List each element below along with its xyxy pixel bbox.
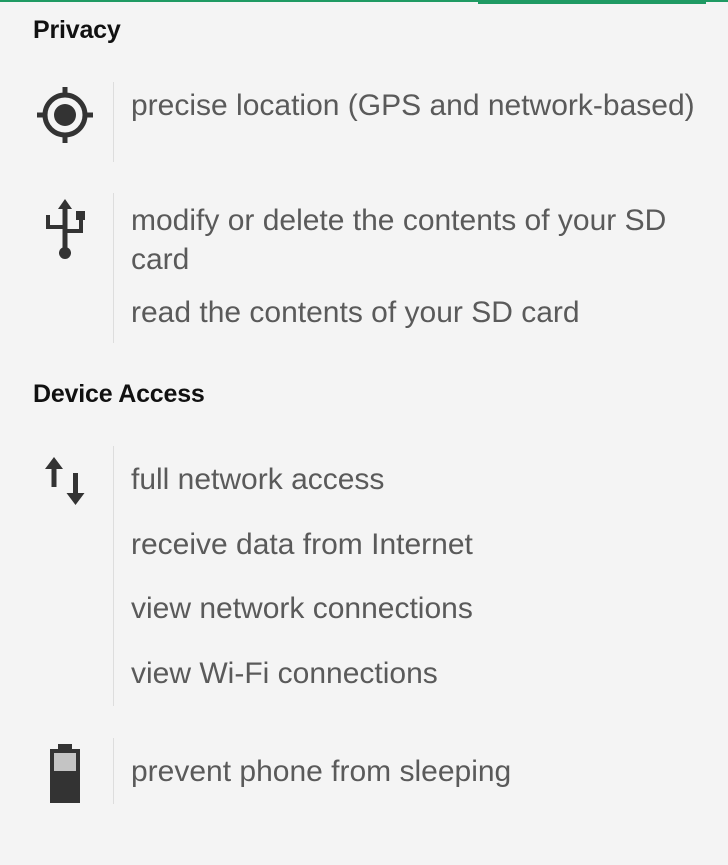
permission-group-location: precise location (GPS and network-based) [0, 80, 728, 162]
permission-item-modify-sd: modify or delete the contents of your SD… [131, 204, 667, 276]
usb-icon [30, 193, 100, 263]
section-title-privacy: Privacy [33, 16, 121, 44]
permission-group-storage: modify or delete the contents of your SD… [0, 193, 728, 343]
permission-group-power: prevent phone from sleeping [0, 738, 728, 804]
section-title-device-access: Device Access [33, 380, 205, 408]
permission-group-network: full network access receive data from In… [0, 446, 728, 706]
group-divider [113, 446, 114, 706]
permission-item-view-network: view network connections [131, 592, 473, 625]
permission-item-receive-data: receive data from Internet [131, 528, 473, 561]
permission-item-full-network: full network access [131, 463, 385, 496]
network-arrows-icon [30, 446, 100, 516]
group-divider [113, 82, 114, 162]
active-tab-indicator [478, 0, 706, 4]
permission-item-prevent-sleep: prevent phone from sleeping [131, 755, 512, 788]
group-divider [113, 738, 114, 804]
permission-item-read-sd: read the contents of your SD card [131, 296, 580, 329]
location-crosshair-icon [30, 80, 100, 150]
battery-icon [30, 738, 100, 808]
permission-item-precise-location: precise location (GPS and network-based) [131, 89, 695, 122]
group-divider [113, 193, 114, 343]
permission-item-view-wifi: view Wi-Fi connections [131, 657, 438, 690]
